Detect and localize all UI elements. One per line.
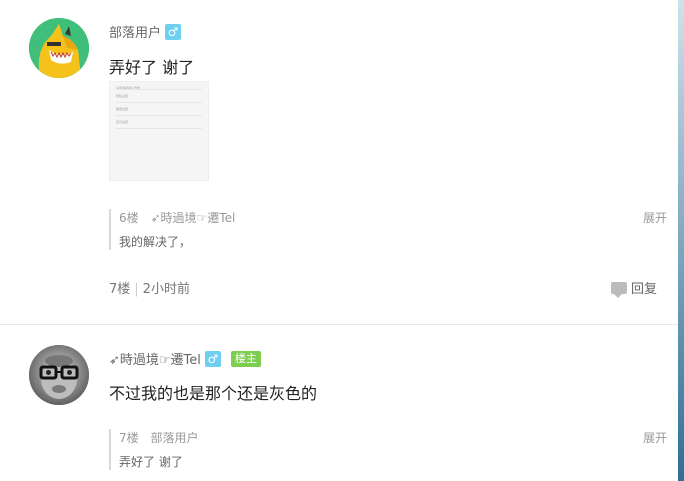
shark-avatar-icon [29, 18, 89, 78]
post-content: 不过我的也是那个还是灰色的 [109, 384, 318, 403]
expand-link[interactable]: 展开 [643, 209, 667, 227]
post-content: 弄好了 谢了 [109, 58, 195, 77]
post-footer: 7楼 | 2小时前 [109, 278, 190, 297]
reply-meta: 7楼 部落用户 展开 [119, 429, 667, 447]
reply-button-label: 回复 [631, 282, 658, 297]
expand-link[interactable]: 展开 [643, 429, 667, 447]
reply-floor: 6楼 [119, 211, 139, 225]
page-edge-bar [678, 0, 684, 481]
comment-icon [611, 281, 627, 298]
nested-reply: 7楼 部落用户 展开 弄好了 谢了 [109, 429, 667, 470]
thumb-row: 隐私设置 [116, 94, 129, 98]
thumb-row: 推送设置 [116, 107, 129, 111]
reply-text: 我的解决了， [119, 235, 192, 249]
thumb-divider [116, 89, 202, 90]
reply-meta: 6楼 ➶時過境☞遷Tel 展开 [119, 209, 667, 227]
comment-thread: 部落用户 ♂ 弄好了 谢了 设置选项默认开启 隐私设置 推送设置 显示设置 6楼… [0, 0, 684, 481]
reply-text: 弄好了 谢了 [119, 455, 183, 469]
post-time: 2小时前 [142, 282, 190, 297]
reply-username[interactable]: ➶時過境☞遷Tel [150, 211, 235, 225]
avatar[interactable] [29, 345, 89, 405]
avatar[interactable] [29, 18, 89, 78]
male-gender-icon: ♂ [204, 350, 221, 367]
post-username: ➶時過境☞遷Tel ♂ 楼主 [109, 349, 261, 368]
reply-username[interactable]: 部落用户 [150, 431, 198, 445]
reply-button[interactable]: 回复 [611, 278, 658, 298]
post-divider [0, 324, 678, 325]
monkey-avatar-icon [29, 345, 89, 405]
thread-host-badge: 楼主 [230, 350, 261, 367]
thumb-divider [116, 128, 202, 129]
male-gender-icon: ♂ [165, 23, 182, 40]
reply-floor: 7楼 [119, 431, 139, 445]
attached-image-thumbnail[interactable]: 设置选项默认开启 隐私设置 推送设置 显示设置 [109, 81, 209, 181]
thumb-row: 显示设置 [116, 120, 129, 124]
thumb-divider [116, 102, 202, 103]
username-text[interactable]: 部落用户 [109, 22, 161, 41]
nested-reply: 6楼 ➶時過境☞遷Tel 展开 我的解决了， [109, 209, 667, 250]
footer-separator: | [134, 282, 139, 297]
post-username: 部落用户 ♂ [109, 22, 182, 41]
username-text[interactable]: ➶時過境☞遷Tel [109, 349, 201, 368]
thumb-divider [116, 115, 202, 116]
floor-number: 7楼 [109, 282, 131, 297]
